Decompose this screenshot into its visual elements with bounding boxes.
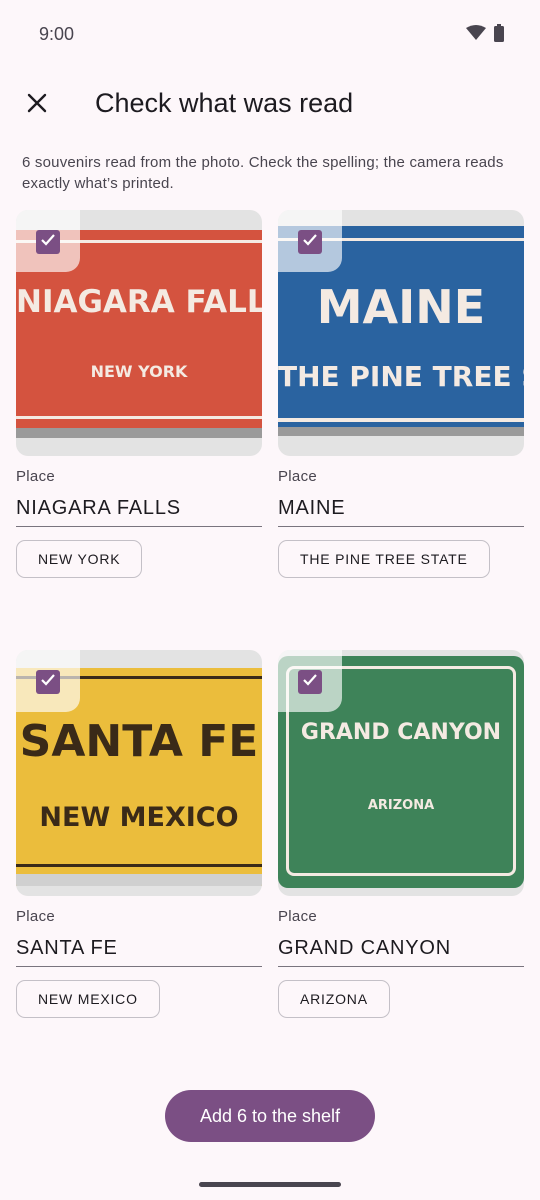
sign-image: SANTA FE NEW MEXICO xyxy=(16,650,262,896)
app-bar: Check what was read xyxy=(0,68,540,140)
sign-sub-text: THE PINE TREE STATE xyxy=(278,360,524,393)
check-icon xyxy=(302,233,318,252)
wifi-icon xyxy=(466,25,486,46)
status-icons xyxy=(466,24,504,47)
page-title: Check what was read xyxy=(95,88,354,118)
place-input[interactable] xyxy=(278,930,524,967)
place-input[interactable] xyxy=(278,490,524,527)
sign-edge xyxy=(16,874,262,886)
place-label: Place xyxy=(16,468,56,485)
place-input[interactable] xyxy=(16,490,262,527)
sign-sub-text: NEW YORK xyxy=(90,362,188,381)
sign-sub-text: NEW MEXICO xyxy=(39,802,239,833)
status-time: 9:00 xyxy=(39,24,75,44)
region-chip[interactable]: THE PINE TREE STATE xyxy=(278,540,490,578)
sign-edge xyxy=(16,428,262,438)
place-label: Place xyxy=(278,468,318,485)
battery-icon xyxy=(494,24,504,47)
place-input[interactable] xyxy=(16,930,262,967)
close-icon xyxy=(27,93,47,118)
select-checkbox[interactable] xyxy=(36,230,60,254)
region-chip[interactable]: ARIZONA xyxy=(278,980,390,1018)
select-checkbox[interactable] xyxy=(36,670,60,694)
sign-main-text: GRAND CANYON xyxy=(300,720,502,745)
region-chip[interactable]: NEW MEXICO xyxy=(16,980,160,1018)
check-icon xyxy=(302,673,318,692)
sign-sub-text: ARIZONA xyxy=(367,798,435,813)
sign-image: NIAGARA FALLS NEW YORK xyxy=(16,210,262,456)
region-chip[interactable]: NEW YORK xyxy=(16,540,143,578)
sign-edge xyxy=(278,427,524,436)
sign-image: GRAND CANYON ARIZONA xyxy=(278,650,524,896)
add-to-shelf-button[interactable]: Add 6 to the shelf xyxy=(165,1090,375,1142)
sign-stripe xyxy=(278,418,524,422)
sign-stripe xyxy=(16,864,262,867)
place-label: Place xyxy=(278,908,318,925)
sign-main-text: SANTA FE xyxy=(19,716,259,767)
sign-stripe xyxy=(16,416,262,419)
status-bar: 9:00 xyxy=(0,0,540,68)
home-indicator[interactable] xyxy=(199,1182,341,1187)
select-checkbox[interactable] xyxy=(298,230,322,254)
place-label: Place xyxy=(16,908,56,925)
sign-image: MAINE THE PINE TREE STATE xyxy=(278,210,524,456)
sign-main-text: MAINE xyxy=(316,280,486,334)
close-button[interactable] xyxy=(16,84,58,126)
check-icon xyxy=(40,673,56,692)
select-checkbox[interactable] xyxy=(298,670,322,694)
description-text: 6 souvenirs read from the photo. Check t… xyxy=(22,154,504,192)
check-icon xyxy=(40,233,56,252)
sign-main-text: NIAGARA FALLS xyxy=(16,284,262,320)
